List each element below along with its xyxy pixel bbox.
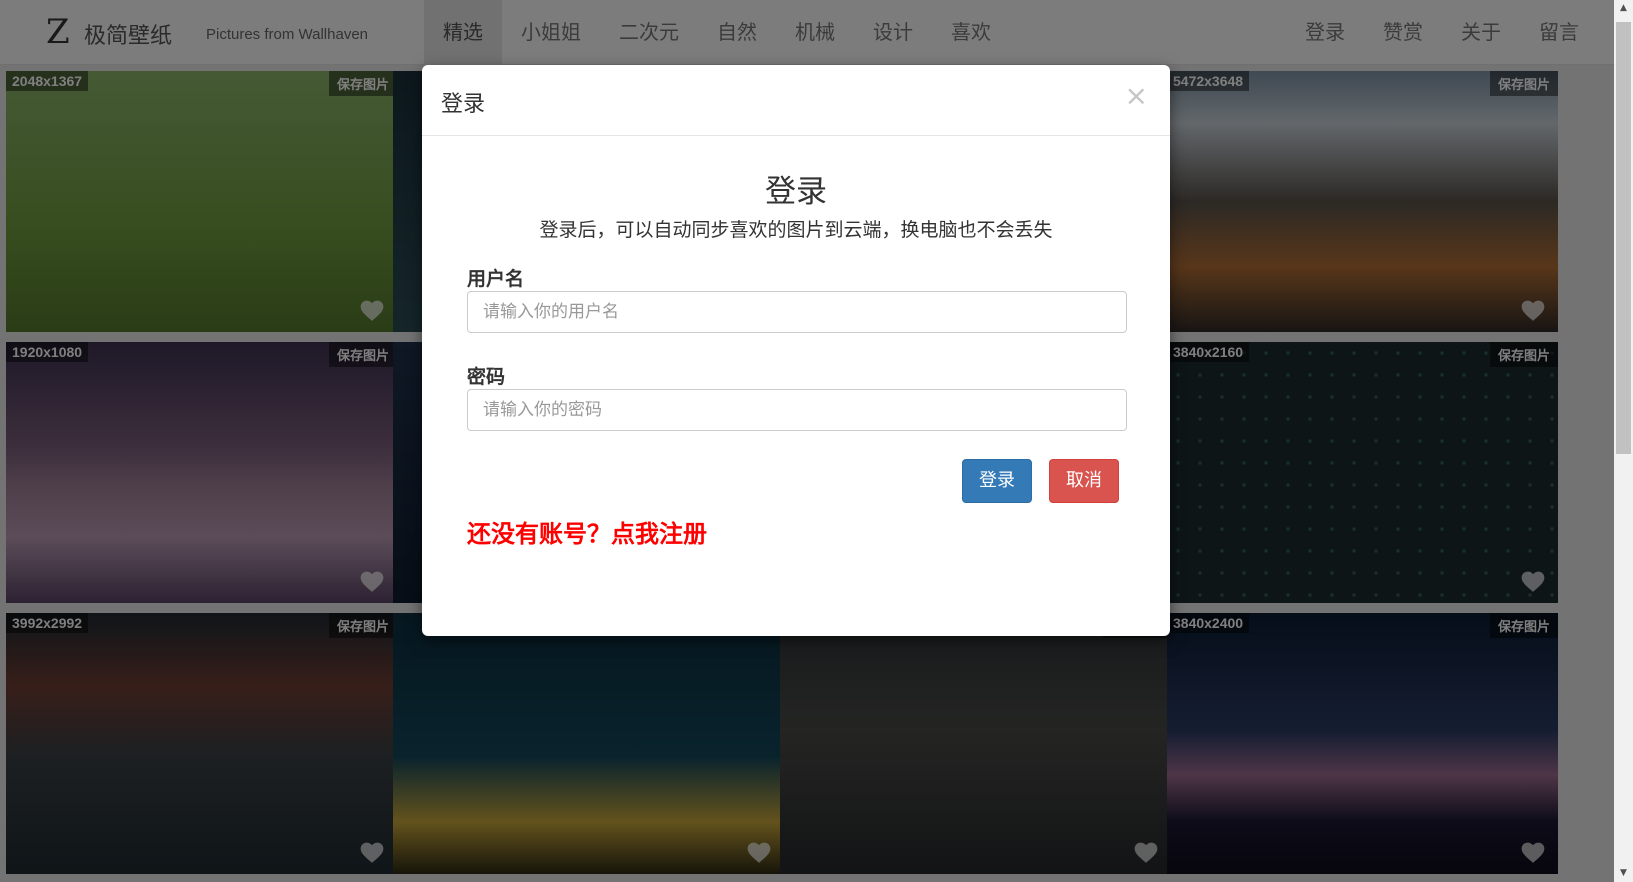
password-label: 密码	[467, 366, 506, 388]
username-label: 用户名	[467, 268, 525, 290]
password-input[interactable]	[467, 389, 1127, 431]
scroll-thumb[interactable]	[1616, 22, 1631, 454]
modal-header: 登录 ×	[422, 65, 1170, 136]
close-icon[interactable]: ×	[1125, 79, 1148, 112]
cancel-button[interactable]: 取消	[1049, 459, 1119, 503]
login-description: 登录后，可以自动同步喜欢的图片到云端，换电脑也不会丢失	[539, 219, 1053, 241]
login-button[interactable]: 登录	[962, 459, 1032, 503]
scroll-down-arrow-icon[interactable]: ▼	[1614, 865, 1633, 882]
login-heading: 登录	[765, 174, 827, 210]
page-scrollbar[interactable]: ▲ ▼	[1614, 0, 1633, 882]
login-modal: 登录 × 登录 登录后，可以自动同步喜欢的图片到云端，换电脑也不会丢失 用户名 …	[422, 65, 1170, 636]
modal-title: 登录	[441, 92, 486, 117]
register-link[interactable]: 还没有账号？点我注册	[467, 514, 707, 549]
scroll-up-arrow-icon[interactable]: ▲	[1614, 0, 1633, 17]
username-input[interactable]	[467, 291, 1127, 333]
